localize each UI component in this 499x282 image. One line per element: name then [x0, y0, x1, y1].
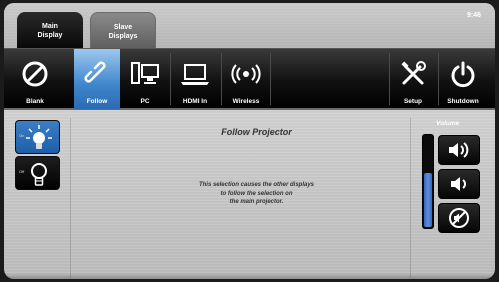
shutdown-button[interactable]: Shutdown: [440, 49, 486, 109]
tab-slave-displays-label-1: Slave: [113, 24, 133, 31]
divider: [270, 53, 271, 105]
divider: [70, 118, 71, 278]
description-line: This selection causes the other displays: [198, 182, 315, 188]
control-panel: Main Display Slave Displays 9:46 Blank F…: [4, 3, 495, 279]
wireless-icon: [223, 58, 269, 90]
source-button-pc[interactable]: PC: [122, 49, 168, 109]
lamp-on-button[interactable]: On: [15, 120, 60, 154]
tab-slave-displays-label-2: Displays: [108, 33, 138, 40]
link-icon: [74, 58, 120, 90]
source-bar: Blank Follow PC HDMI In Wireless Setup S…: [4, 48, 495, 110]
divider: [221, 53, 222, 105]
source-label-follow: Follow: [86, 98, 108, 105]
shutdown-label: Shutdown: [447, 98, 479, 105]
volume-up-button[interactable]: [438, 135, 480, 165]
source-label-hdmi-in: HDMI In: [182, 98, 208, 105]
setup-button[interactable]: Setup: [390, 49, 436, 109]
setup-label: Setup: [403, 98, 423, 105]
tab-main-display-label-2: Display: [37, 32, 63, 39]
page-title: Follow Projector: [221, 127, 292, 137]
volume-down-button[interactable]: [438, 169, 480, 199]
source-label-wireless: Wireless: [232, 98, 260, 105]
source-button-hdmi-in[interactable]: HDMI In: [172, 49, 218, 109]
source-button-follow[interactable]: Follow: [74, 49, 120, 109]
tab-main-display-label-1: Main: [42, 23, 58, 30]
description-line: the main projector.: [229, 199, 284, 205]
bottom-shade: [4, 273, 495, 279]
bulb-off-icon: [31, 163, 47, 186]
mute-icon: [449, 208, 469, 228]
laptop-icon: [172, 58, 218, 90]
lamp-off-label: Off: [19, 169, 25, 174]
volume-down-icon: [451, 177, 466, 191]
tools-icon: [390, 58, 436, 90]
volume-level-fill: [424, 173, 432, 227]
divider: [170, 53, 171, 105]
source-label-blank: Blank: [26, 98, 44, 105]
volume-title: Volume: [436, 120, 460, 127]
bulb-on-icon: [26, 125, 52, 149]
volume-slider[interactable]: [422, 134, 434, 229]
power-icon: [440, 58, 486, 90]
clock: 9:46: [466, 12, 481, 19]
blank-icon: [12, 58, 58, 90]
divider: [410, 118, 411, 278]
source-button-wireless[interactable]: Wireless: [223, 49, 269, 109]
description-line: to follow the selection on: [220, 190, 293, 197]
lamp-on-label: On: [19, 133, 25, 138]
tab-strip: Main Display Slave Displays 9:46: [4, 3, 495, 50]
tab-main-display[interactable]: Main Display: [17, 12, 83, 50]
tab-slave-displays[interactable]: Slave Displays: [90, 12, 156, 50]
mute-button[interactable]: [438, 203, 480, 233]
source-button-blank[interactable]: Blank: [12, 49, 58, 109]
pc-icon: [122, 58, 168, 90]
divider: [438, 53, 439, 105]
content-area: On Off Follow Projector This selection c…: [4, 110, 495, 279]
lamp-off-button[interactable]: Off: [15, 156, 60, 190]
volume-up-icon: [449, 142, 469, 158]
source-label-pc: PC: [140, 98, 150, 105]
description: This selection causes the other displays…: [144, 181, 369, 207]
